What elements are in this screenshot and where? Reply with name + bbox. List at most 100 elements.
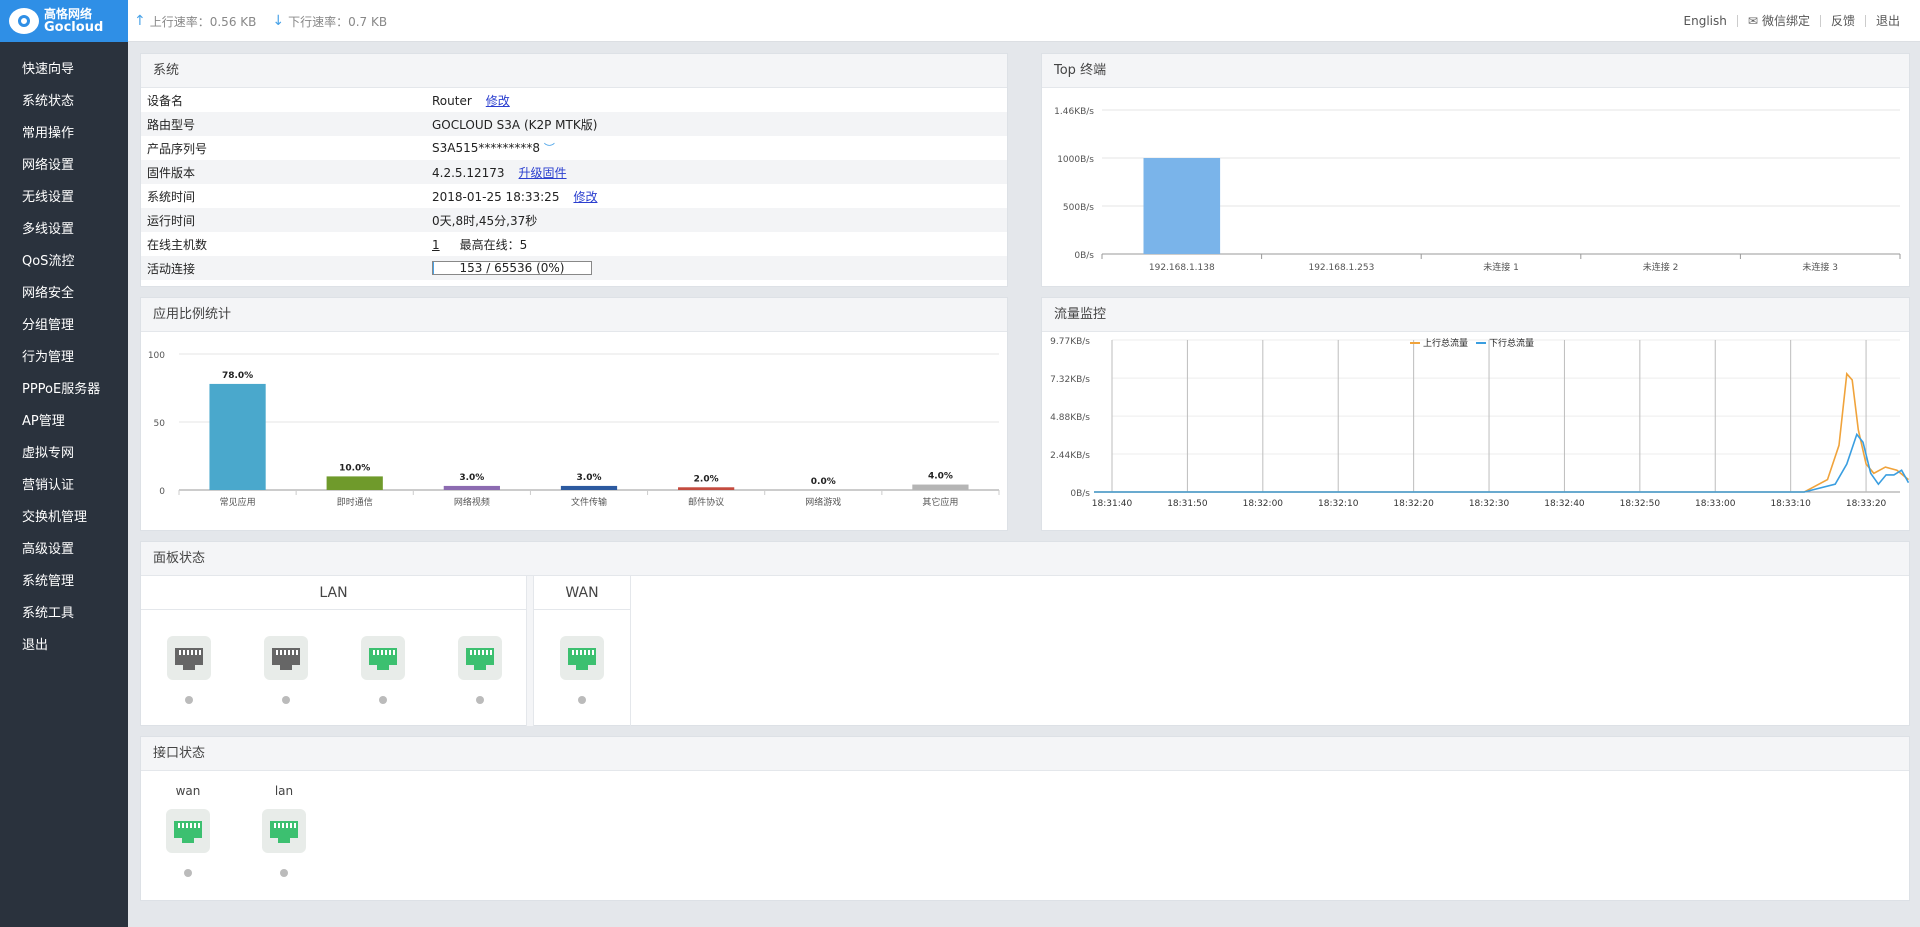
system-panel-title: 系统 [141, 54, 1007, 88]
system-time-value: 2018-01-25 18:33:25 [432, 189, 560, 204]
interface-name: wan [175, 784, 201, 798]
x-tick-label: 18:33:00 [1695, 499, 1736, 509]
app-stats-title: 应用比例统计 [141, 298, 1007, 332]
y-tick-label: 0B/s [1070, 489, 1090, 499]
data-label: 2.0% [694, 474, 719, 484]
y-tick-label: 1000B/s [1057, 155, 1094, 165]
x-tick-label: 18:33:20 [1846, 499, 1887, 509]
bar [678, 487, 735, 490]
wechat-bind-link[interactable]: ✉ 微信绑定 [1738, 15, 1821, 27]
panel-status-panel: 面板状态 LAN WAN [140, 541, 1910, 726]
y-tick-label: 2.44KB/s [1050, 451, 1090, 461]
sidebar-item[interactable]: AP管理 [0, 406, 128, 438]
traffic-chart: 0B/s 2.44KB/s 4.88KB/s 7.32KB/s 9.77KB/s 18:3… [1050, 337, 1910, 509]
upgrade-firmware-link[interactable]: 升级固件 [519, 166, 567, 180]
table-row: 设备名 Router 修改 [141, 88, 1007, 112]
data-label: 3.0% [459, 473, 484, 483]
sidebar-item[interactable]: 分组管理 [0, 310, 128, 342]
sidebar-item[interactable]: 高级设置 [0, 534, 128, 566]
lan-port[interactable] [458, 636, 502, 704]
system-time-label: 系统时间 [147, 189, 196, 204]
port-status-dot [282, 696, 290, 704]
logout-link[interactable]: 退出 [1866, 15, 1900, 27]
device-name-label: 设备名 [147, 93, 184, 108]
sidebar-item[interactable]: 网络设置 [0, 150, 128, 182]
active-connections-progress: 153 / 65536 (0%) [432, 261, 592, 275]
top-terminals-chart: 0B/s 500B/s 1000B/s 1.46KB/s 192.168.1.138 19… [1054, 107, 1901, 273]
interface-name: lan [274, 784, 294, 798]
sidebar-item[interactable]: 无线设置 [0, 182, 128, 214]
ethernet-port-icon [262, 809, 306, 853]
x-tick-label: 18:31:40 [1092, 499, 1133, 509]
arrow-up-icon: ↑ [134, 13, 146, 29]
x-tick-label: 即时通信 [337, 496, 373, 508]
x-tick-label: 18:32:40 [1544, 499, 1585, 509]
wan-group-label: WAN [534, 576, 630, 610]
logo-en-text: Gocloud [44, 20, 104, 35]
sidebar-item[interactable]: 快速向导 [0, 54, 128, 86]
bar [560, 485, 618, 490]
chevron-down-icon[interactable]: ︶ [544, 142, 555, 155]
english-link[interactable]: English [1674, 15, 1738, 27]
edit-device-name-link[interactable]: 修改 [486, 94, 510, 108]
table-row: 固件版本 4.2.5.12173 升级固件 [141, 160, 1007, 184]
device-name-value: Router [432, 93, 472, 108]
lan-port[interactable] [167, 636, 211, 704]
table-row: 运行时间 0天,8时,45分,37秒 [141, 208, 1007, 232]
bar [209, 383, 266, 490]
sidebar-item[interactable]: 虚拟专网 [0, 438, 128, 470]
legend-label: 上行总流量 [1423, 337, 1468, 349]
lan-port[interactable] [361, 636, 405, 704]
interface-port[interactable]: lan [262, 783, 306, 877]
x-tick-label: 192.168.1.253 [1308, 263, 1374, 273]
sidebar-item[interactable]: 网络安全 [0, 278, 128, 310]
port-status-dot [185, 696, 193, 704]
sidebar-item[interactable]: 系统管理 [0, 566, 128, 598]
sidebar-item[interactable]: 多线设置 [0, 214, 128, 246]
x-tick-label: 18:32:20 [1393, 499, 1434, 509]
sidebar-item[interactable]: 系统工具 [0, 598, 128, 630]
sidebar-item[interactable]: 交换机管理 [0, 502, 128, 534]
sidebar: 快速向导 系统状态 常用操作 网络设置 无线设置 多线设置 QoS流控 网络安全 分组管理 行为管… [0, 42, 128, 927]
wan-port[interactable] [560, 636, 604, 704]
data-label: 10.0% [339, 463, 370, 473]
upload-speed: ↑ 上行速率：0.56 KB [134, 13, 256, 30]
uptime-label: 运行时间 [141, 208, 426, 232]
top-bar: 高恪网络 Gocloud ↑ 上行速率：0.56 KB ↓ 下行速率：0.7 K… [0, 0, 1920, 42]
sidebar-item[interactable]: 常用操作 [0, 118, 128, 150]
top-terminals-panel: Top 终端 0B/s 500B/s 1000B/s 1.46KB/s 192.168.… [1041, 53, 1910, 287]
ethernet-port-icon [264, 636, 308, 680]
table-row: 活动连接 153 / 65536 (0%) [141, 256, 1007, 280]
sidebar-item[interactable]: QoS流控 [0, 246, 128, 278]
x-tick-label: 未连接 2 [1643, 261, 1679, 273]
upload-speed-label: 上行速率：0.56 KB [149, 14, 257, 29]
data-label: 78.0% [222, 371, 253, 381]
port-status-dot [184, 869, 192, 877]
interface-port[interactable]: wan [166, 783, 210, 877]
lan-port[interactable] [264, 636, 308, 704]
panel-status-title: 面板状态 [141, 542, 1909, 576]
serial-number-value: S3A515*********8 [432, 141, 540, 155]
x-tick-label: 18:31:50 [1167, 499, 1208, 509]
edit-system-time-link[interactable]: 修改 [573, 190, 597, 204]
y-tick-label: 50 [154, 419, 166, 429]
x-tick-label: 邮件协议 [688, 496, 724, 508]
feedback-link[interactable]: 反馈 [1821, 15, 1866, 27]
port-status-dot [379, 696, 387, 704]
system-panel: 系统 设备名 Router 修改 路由型号 GOCLOUD S3A (K2P MT… [140, 53, 1008, 287]
system-info-table: 设备名 Router 修改 路由型号 GOCLOUD S3A (K2P MTK版)… [141, 88, 1007, 280]
y-tick-label: 1.46KB/s [1054, 107, 1094, 117]
sidebar-item[interactable]: 系统状态 [0, 86, 128, 118]
top-terminals-title: Top 终端 [1042, 54, 1909, 88]
bar [1143, 158, 1221, 254]
sidebar-item[interactable]: 营销认证 [0, 470, 128, 502]
sidebar-item[interactable]: PPPoE服务器 [0, 374, 128, 406]
active-connections-value: 153 / 65536 (0%) [459, 261, 565, 275]
ethernet-port-icon [361, 636, 405, 680]
online-hosts-link[interactable]: 1 [432, 238, 440, 252]
brand-logo[interactable]: 高恪网络 Gocloud [0, 0, 128, 42]
sidebar-item[interactable]: 退出 [0, 630, 128, 662]
cloud-logo-icon [9, 8, 39, 34]
lan-port-group: LAN [141, 576, 527, 726]
sidebar-item[interactable]: 行为管理 [0, 342, 128, 374]
